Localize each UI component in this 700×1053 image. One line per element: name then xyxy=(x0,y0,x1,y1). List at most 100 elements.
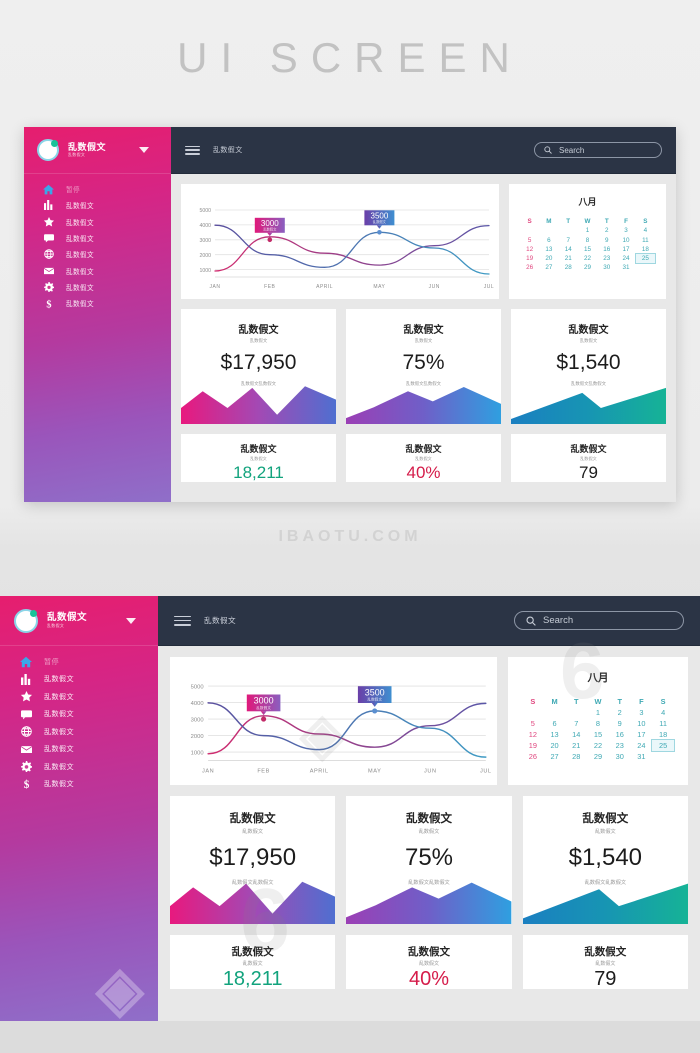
calendar-day[interactable]: 29 xyxy=(587,751,609,762)
calendar-day[interactable]: 30 xyxy=(609,751,631,762)
calendar-day[interactable]: 21 xyxy=(565,740,587,751)
calendar-day[interactable]: 13 xyxy=(539,245,558,254)
search-input[interactable]: Search xyxy=(514,611,684,630)
calendar-month: 八月 xyxy=(587,672,609,684)
calendar-day[interactable]: 20 xyxy=(539,254,558,263)
calendar-day[interactable]: 10 xyxy=(616,236,635,245)
chevron-down-icon[interactable] xyxy=(126,617,136,624)
stat-card-value: $17,950 xyxy=(220,351,297,374)
calendar-day[interactable]: 17 xyxy=(616,245,635,254)
calendar-day[interactable]: 16 xyxy=(597,245,616,254)
calendar-day[interactable]: 18 xyxy=(636,245,655,254)
sidebar-item-mail[interactable]: 乱数假文 xyxy=(0,741,158,759)
calendar-card: 八月 SMTWTFS...123456789101112131415161718… xyxy=(509,184,666,299)
sidebar-item-mail[interactable]: 乱数假文 xyxy=(24,262,171,278)
sidebar-item-settings[interactable]: 乱数假文 xyxy=(0,758,158,776)
calendar-day[interactable]: 10 xyxy=(631,718,653,729)
calendar-day[interactable]: 6 xyxy=(539,236,558,245)
calendar-day[interactable]: 5 xyxy=(520,236,539,245)
calendar-day[interactable]: 15 xyxy=(587,729,609,740)
brand-header[interactable]: 乱数假文 乱数假文 xyxy=(0,596,158,646)
calendar-day[interactable]: 18 xyxy=(652,729,674,740)
sidebar-item-favorites[interactable]: 乱数假文 xyxy=(0,688,158,706)
calendar-day[interactable]: 27 xyxy=(539,263,558,272)
calendar-day[interactable]: 20 xyxy=(544,740,566,751)
calendar-day[interactable]: 30 xyxy=(597,263,616,272)
calendar-day[interactable]: 8 xyxy=(578,236,597,245)
sidebar-item-globe[interactable]: 乱数假文 xyxy=(0,723,158,741)
calendar-day[interactable]: 29 xyxy=(578,263,597,272)
sidebar-item-settings[interactable]: 乱数假文 xyxy=(24,279,171,295)
calendar-day[interactable]: 8 xyxy=(587,718,609,729)
calendar-day[interactable]: 1 xyxy=(578,226,597,235)
calendar-day[interactable]: 7 xyxy=(559,236,578,245)
search-input[interactable]: Search xyxy=(534,142,662,158)
calendar-day[interactable]: 11 xyxy=(652,718,674,729)
sidebar-item-billing[interactable]: $ 乱数假文 xyxy=(24,295,171,311)
calendar-day[interactable]: 3 xyxy=(631,707,653,718)
x-axis-tick: JUN xyxy=(424,769,437,775)
hamburger-icon[interactable] xyxy=(174,615,191,626)
sidebar-item-billing[interactable]: $ 乱数假文 xyxy=(0,776,158,794)
calendar-day[interactable]: 14 xyxy=(565,729,587,740)
calendar-day[interactable]: 23 xyxy=(609,740,631,751)
calendar-day[interactable]: 31 xyxy=(616,263,635,272)
mini-card-subtitle: 乱数假文 xyxy=(580,456,597,461)
calendar-weekday: S xyxy=(530,697,536,706)
sidebar-item-favorites[interactable]: 乱数假文 xyxy=(24,214,171,230)
sidebar: 乱数假文 乱数假文 暂停 乱数假文 乱数假文 乱数假文 乱数假文 乱数假文 乱数… xyxy=(0,596,158,1021)
calendar-day[interactable]: 19 xyxy=(520,254,539,263)
calendar-day[interactable]: 16 xyxy=(609,729,631,740)
calendar-day[interactable]: 14 xyxy=(559,245,578,254)
calendar-grid[interactable]: SMTWTFS...123456789101112131415161718192… xyxy=(509,217,666,273)
calendar-day[interactable]: 28 xyxy=(559,263,578,272)
calendar-day[interactable]: 11 xyxy=(636,236,655,245)
calendar-day[interactable]: 17 xyxy=(631,729,653,740)
calendar-day[interactable]: 1 xyxy=(587,707,609,718)
sidebar-item-analytics[interactable]: 乱数假文 xyxy=(0,671,158,689)
calendar-day[interactable]: 6 xyxy=(544,718,566,729)
calendar-grid[interactable]: SMTWTFS...123456789101112131415161718192… xyxy=(508,696,688,762)
calendar-day[interactable]: 27 xyxy=(544,751,566,762)
calendar-day[interactable]: 22 xyxy=(578,254,597,263)
sidebar-nav: 暂停 乱数假文 乱数假文 乱数假文 乱数假文 乱数假文 乱数假文 $ 乱数假文 xyxy=(0,646,158,793)
calendar-day[interactable]: 21 xyxy=(559,254,578,263)
calendar-day[interactable]: 15 xyxy=(578,245,597,254)
calendar-day[interactable]: 31 xyxy=(631,751,653,762)
calendar-day[interactable]: 26 xyxy=(520,263,539,272)
calendar-day[interactable]: 4 xyxy=(652,707,674,718)
search-icon xyxy=(544,146,552,154)
calendar-day[interactable]: 3 xyxy=(616,226,635,235)
calendar-day[interactable]: 25 xyxy=(634,253,657,265)
calendar-day[interactable]: 24 xyxy=(631,740,653,751)
calendar-day[interactable]: 12 xyxy=(522,729,544,740)
calendar-day[interactable]: 22 xyxy=(587,740,609,751)
calendar-day[interactable]: 26 xyxy=(522,751,544,762)
calendar-day[interactable]: 7 xyxy=(565,718,587,729)
sidebar-item-messages[interactable]: 乱数假文 xyxy=(24,230,171,246)
calendar-day[interactable]: 25 xyxy=(651,739,675,752)
calendar-day[interactable]: 2 xyxy=(597,226,616,235)
hamburger-icon[interactable] xyxy=(185,145,200,155)
calendar-day[interactable]: 9 xyxy=(597,236,616,245)
sidebar-item-home[interactable]: 暂停 xyxy=(0,653,158,671)
calendar-day[interactable]: 9 xyxy=(609,718,631,729)
calendar-day[interactable]: 28 xyxy=(565,751,587,762)
calendar-day[interactable]: 24 xyxy=(616,254,635,263)
sidebar-item-messages[interactable]: 乱数假文 xyxy=(0,706,158,724)
calendar-day[interactable]: 19 xyxy=(522,740,544,751)
stat-card-title: 乱数假文 xyxy=(229,813,276,825)
calendar-day[interactable]: 4 xyxy=(636,226,655,235)
calendar-day[interactable]: 13 xyxy=(544,729,566,740)
sidebar-item-analytics[interactable]: 乱数假文 xyxy=(24,197,171,213)
calendar-day[interactable]: 12 xyxy=(520,245,539,254)
gear-icon xyxy=(40,281,57,292)
sidebar-item-home[interactable]: 暂停 xyxy=(24,181,171,197)
chevron-down-icon[interactable] xyxy=(139,147,149,153)
brand-header[interactable]: 乱数假文 乱数假文 xyxy=(24,127,171,174)
calendar-day[interactable]: 23 xyxy=(597,254,616,263)
sidebar-item-globe[interactable]: 乱数假文 xyxy=(24,246,171,262)
sidebar-item-label: 乱数假文 xyxy=(66,252,94,260)
calendar-day[interactable]: 2 xyxy=(609,707,631,718)
calendar-day[interactable]: 5 xyxy=(522,718,544,729)
